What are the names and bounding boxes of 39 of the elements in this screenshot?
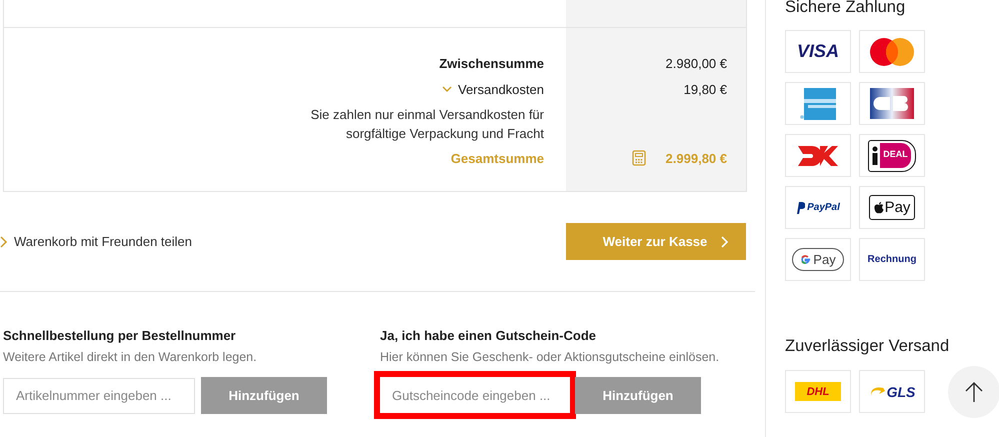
row-value: 19,80 € <box>684 82 727 96</box>
shipping-note: Sie zahlen nur einmal Versandkosten für sorgfältige Verpackung und Fracht <box>310 106 544 143</box>
brand-logo: GLS <box>886 384 916 400</box>
card-logo-icon <box>800 86 836 120</box>
brand-logo: Rechnung <box>868 254 916 265</box>
logo-icon <box>872 146 878 166</box>
row-label: Gesamtsumme <box>450 150 544 166</box>
input-field[interactable]: Gutscheincode eingeben ... <box>374 371 576 419</box>
share-cart-link[interactable]: Warenkorb mit Freunden teilen <box>0 234 192 249</box>
brand-logo: Pay <box>792 248 844 271</box>
add-button[interactable]: Hinzufügen <box>201 377 327 414</box>
brand-logo: DHL <box>795 382 841 401</box>
row-label: Zwischensumme <box>439 56 544 70</box>
brand-logo: PayPal <box>807 202 840 213</box>
add-button[interactable]: Hinzufügen <box>575 376 701 414</box>
form-title: Ja, ich habe einen Gutschein-Code <box>380 326 597 344</box>
logo-icon <box>798 144 838 168</box>
card-logo-icon <box>870 88 914 119</box>
form-hint: Weitere Artikel direkt in den Warenkorb legen. <box>3 349 258 366</box>
form-title: Schnellbestellung per Bestellnummer <box>3 326 237 345</box>
form-hint: Hier können Sie Geschenk- oder Aktionsgutscheine einlösen. <box>380 349 720 366</box>
row-value: 2.980,00 € <box>666 56 727 70</box>
brand-logo: Pay <box>868 195 916 220</box>
chevron-right-icon <box>0 236 8 248</box>
logo-icon <box>796 202 806 214</box>
checkout-button[interactable]: Weiter zur Kasse <box>566 223 746 260</box>
chevron-right-icon <box>721 236 730 248</box>
brand-logo: DEAL <box>868 140 916 172</box>
apple-icon <box>874 202 884 214</box>
row-label[interactable]: Versandkosten <box>458 82 544 96</box>
brand-logo: VISA <box>796 41 839 62</box>
arrow-swoosh-icon <box>868 386 885 398</box>
row-value: 2.999,80 € <box>666 150 727 166</box>
overlapping-circles-icon <box>869 36 915 66</box>
arrow-up-icon <box>964 381 984 403</box>
logo-icon <box>800 254 812 265</box>
section-title: Sichere Zahlung <box>785 0 906 17</box>
calculator-icon <box>632 150 646 166</box>
section-title: Zuverlässiger Versand <box>785 336 950 356</box>
